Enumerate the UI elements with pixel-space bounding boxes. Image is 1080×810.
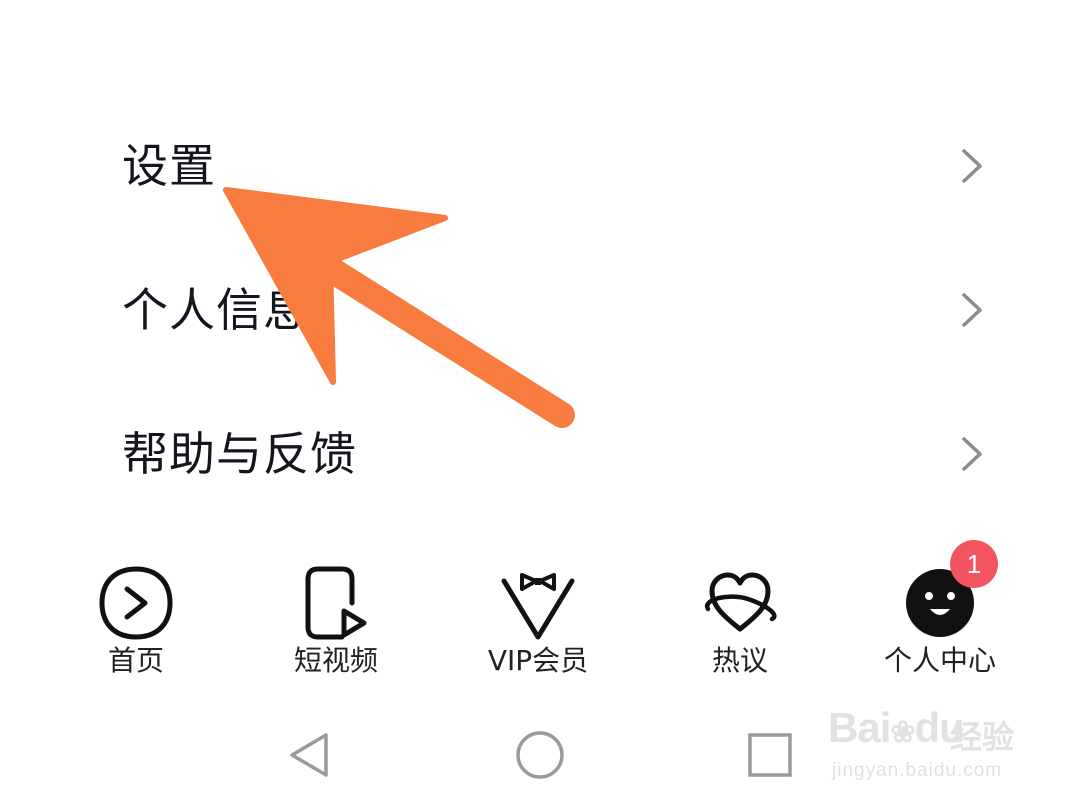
menu-item-label: 个人信息 [122, 283, 310, 337]
paw-icon: ❀ [890, 716, 915, 749]
bowtie-vip-icon [501, 573, 575, 640]
notification-badge: 1 [950, 540, 998, 588]
chevron-right-icon [962, 293, 982, 327]
baidu-jingyan-watermark: Bai❀du 经验 jingyan.baidu.com [828, 690, 1028, 790]
menu-item-settings[interactable]: 设置 [0, 106, 1080, 226]
recents-square-icon[interactable] [740, 725, 800, 785]
tab-label: 短视频 [293, 644, 378, 677]
short-video-icon [305, 566, 367, 640]
tab-short-video[interactable]: 短视频 [236, 555, 436, 685]
menu-item-personal-info[interactable]: 个人信息 [0, 250, 1080, 370]
tab-label: 首页 [107, 644, 164, 677]
chevron-right-icon [962, 437, 982, 471]
tab-label: VIP会员 [487, 644, 589, 677]
menu-item-label: 帮助与反馈 [122, 427, 357, 481]
menu-item-help-feedback[interactable]: 帮助与反馈 [0, 394, 1080, 514]
bottom-tab-bar: 首页 短视频 VIP会员 热议 个人中心 [0, 555, 1080, 685]
tab-label: 个人中心 [883, 644, 996, 677]
watermark-logo: Bai❀du [828, 704, 965, 752]
back-triangle-icon[interactable] [280, 725, 340, 785]
menu-item-label: 设置 [122, 139, 216, 193]
chevron-right-icon [962, 149, 982, 183]
heart-planet-icon [705, 572, 777, 632]
tab-vip[interactable]: VIP会员 [438, 555, 638, 685]
watermark-name: 经验 [950, 718, 1015, 756]
watermark-logo-text: Bai [828, 704, 891, 751]
tab-home[interactable]: 首页 [36, 555, 236, 685]
play-circle-icon [99, 566, 173, 640]
tab-hot-topics[interactable]: 热议 [640, 555, 840, 685]
watermark-url: jingyan.baidu.com [832, 760, 1003, 781]
tab-label: 热议 [711, 644, 768, 677]
home-circle-icon[interactable] [510, 725, 570, 785]
tab-profile[interactable]: 个人中心 [840, 555, 1040, 685]
